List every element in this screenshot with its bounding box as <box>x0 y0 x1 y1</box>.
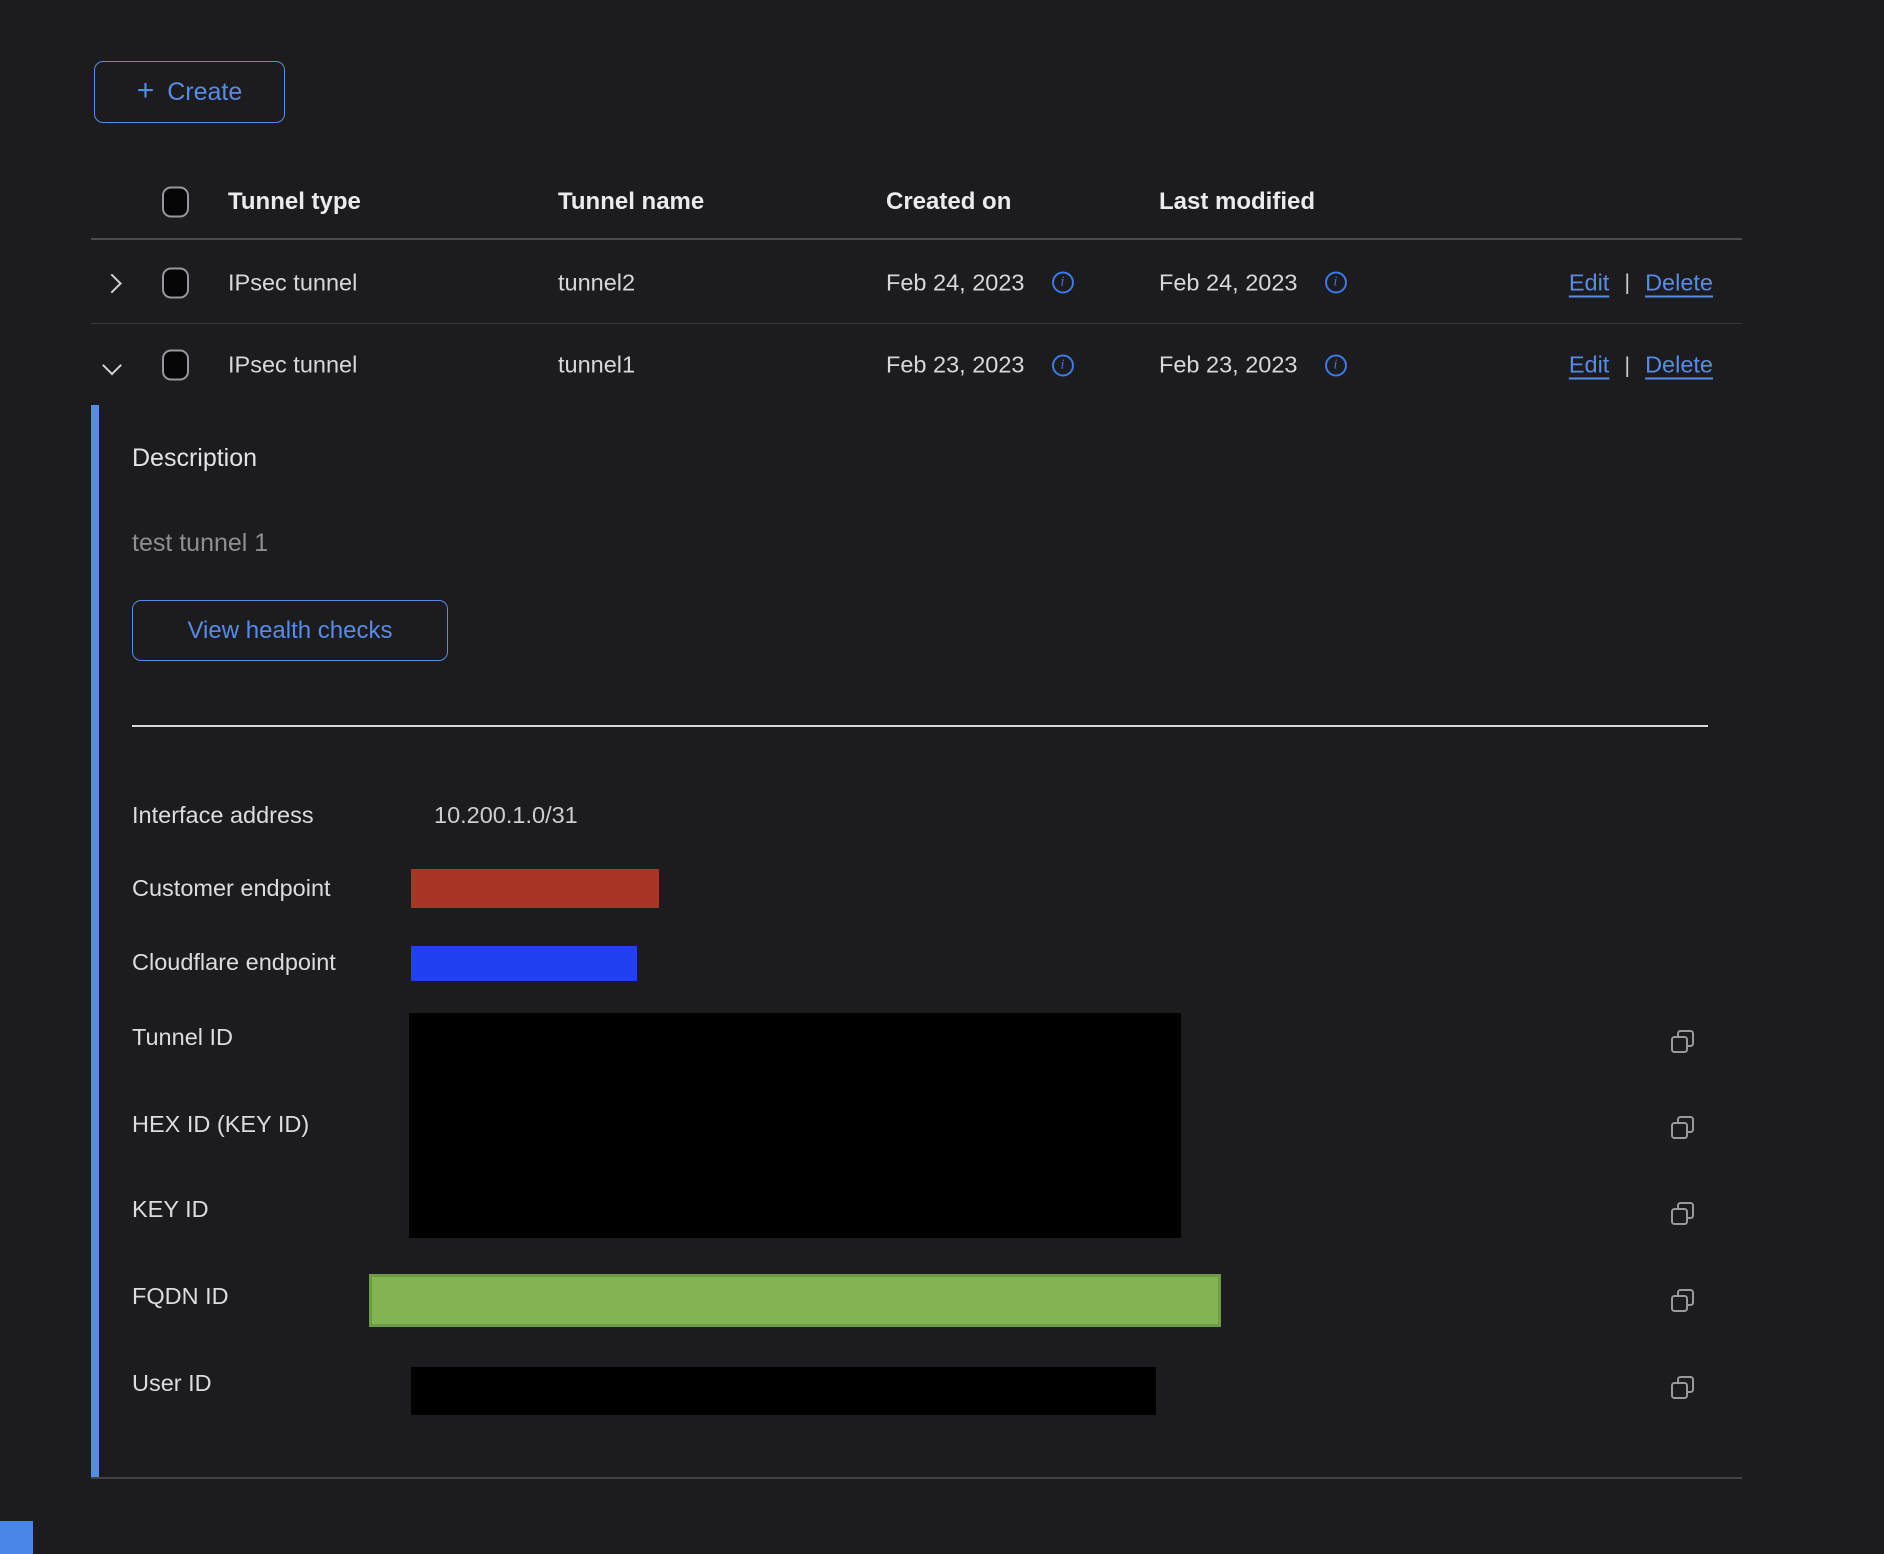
created-on-value: Feb 24, 2023 <box>886 269 1025 296</box>
copy-key-id-button[interactable] <box>1668 1199 1698 1229</box>
select-all-checkbox[interactable] <box>162 187 189 218</box>
tunnel-type-value: IPsec tunnel <box>228 269 357 296</box>
last-modified-cell: Feb 24, 2023 i <box>1159 269 1347 296</box>
view-health-checks-button[interactable]: View health checks <box>132 600 448 661</box>
info-icon[interactable]: i <box>1052 354 1074 376</box>
copy-fqdn-id-button[interactable] <box>1668 1286 1698 1316</box>
description-value: test tunnel 1 <box>132 529 268 558</box>
customer-endpoint-label: Customer endpoint <box>132 875 331 902</box>
copy-user-id-button[interactable] <box>1668 1373 1698 1403</box>
tunnel-id-redacted-value <box>409 1013 1181 1238</box>
table-row: IPsec tunnel tunnel2 Feb 24, 2023 i Feb … <box>91 242 1742 324</box>
fqdn-id-label: FQDN ID <box>132 1283 229 1310</box>
copy-hex-id-button[interactable] <box>1668 1113 1698 1143</box>
hex-id-label: HEX ID (KEY ID) <box>132 1111 309 1138</box>
delete-link[interactable]: Delete <box>1645 352 1713 379</box>
user-id-label: User ID <box>132 1370 212 1397</box>
panel-divider <box>132 725 1708 727</box>
edit-link[interactable]: Edit <box>1569 269 1610 296</box>
created-on-cell: Feb 24, 2023 i <box>886 269 1074 296</box>
chevron-down-icon <box>102 356 122 376</box>
create-button-label: Create <box>167 78 242 107</box>
cloudflare-endpoint-redacted-value <box>411 946 637 981</box>
copy-icon <box>1668 1199 1698 1229</box>
last-modified-value: Feb 23, 2023 <box>1159 352 1298 379</box>
chevron-right-icon <box>102 273 122 293</box>
cloudflare-endpoint-label: Cloudflare endpoint <box>132 949 336 976</box>
ipsec-tunnels-page: + Create Tunnel type Tunnel name Created… <box>0 0 1884 1554</box>
tunnel-id-label: Tunnel ID <box>132 1024 233 1051</box>
copy-icon <box>1668 1113 1698 1143</box>
table-bottom-divider <box>91 1477 1742 1479</box>
tunnel-name-value: tunnel1 <box>558 352 635 379</box>
table-header-row: Tunnel type Tunnel name Created on Last … <box>91 166 1742 240</box>
bottom-left-blue-square <box>0 1521 33 1554</box>
delete-link[interactable]: Delete <box>1645 269 1713 296</box>
create-button[interactable]: + Create <box>94 61 285 123</box>
col-header-last-modified: Last modified <box>1159 188 1315 216</box>
action-separator: | <box>1624 270 1630 296</box>
expand-row-button[interactable] <box>105 269 119 296</box>
interface-address-label: Interface address <box>132 802 314 829</box>
created-on-cell: Feb 23, 2023 i <box>886 352 1074 379</box>
tunnel-name-value: tunnel2 <box>558 269 635 296</box>
copy-icon <box>1668 1373 1698 1403</box>
edit-link[interactable]: Edit <box>1569 352 1610 379</box>
expanded-panel-accent-bar <box>91 405 99 1478</box>
fqdn-id-redacted-value <box>369 1274 1221 1327</box>
row-checkbox[interactable] <box>162 267 189 298</box>
interface-address-value: 10.200.1.0/31 <box>434 802 578 829</box>
copy-tunnel-id-button[interactable] <box>1668 1027 1698 1057</box>
description-label: Description <box>132 444 257 473</box>
created-on-value: Feb 23, 2023 <box>886 352 1025 379</box>
col-header-tunnel-type: Tunnel type <box>228 188 361 216</box>
info-icon[interactable]: i <box>1325 354 1347 376</box>
last-modified-cell: Feb 23, 2023 i <box>1159 352 1347 379</box>
col-header-tunnel-name: Tunnel name <box>558 188 704 216</box>
plus-icon: + <box>137 76 155 106</box>
info-icon[interactable]: i <box>1325 272 1347 294</box>
info-icon[interactable]: i <box>1052 272 1074 294</box>
col-header-created-on: Created on <box>886 188 1011 216</box>
row-checkbox[interactable] <box>162 350 189 381</box>
copy-icon <box>1668 1027 1698 1057</box>
collapse-row-button[interactable] <box>105 352 119 379</box>
tunnel-type-value: IPsec tunnel <box>228 352 357 379</box>
action-separator: | <box>1624 352 1630 378</box>
copy-icon <box>1668 1286 1698 1316</box>
customer-endpoint-redacted-value <box>411 869 659 908</box>
last-modified-value: Feb 24, 2023 <box>1159 269 1298 296</box>
user-id-redacted-value <box>411 1367 1156 1415</box>
row-actions: Edit | Delete <box>1569 269 1713 296</box>
key-id-label: KEY ID <box>132 1196 209 1223</box>
table-row: IPsec tunnel tunnel1 Feb 23, 2023 i Feb … <box>91 325 1742 405</box>
row-actions: Edit | Delete <box>1569 352 1713 379</box>
